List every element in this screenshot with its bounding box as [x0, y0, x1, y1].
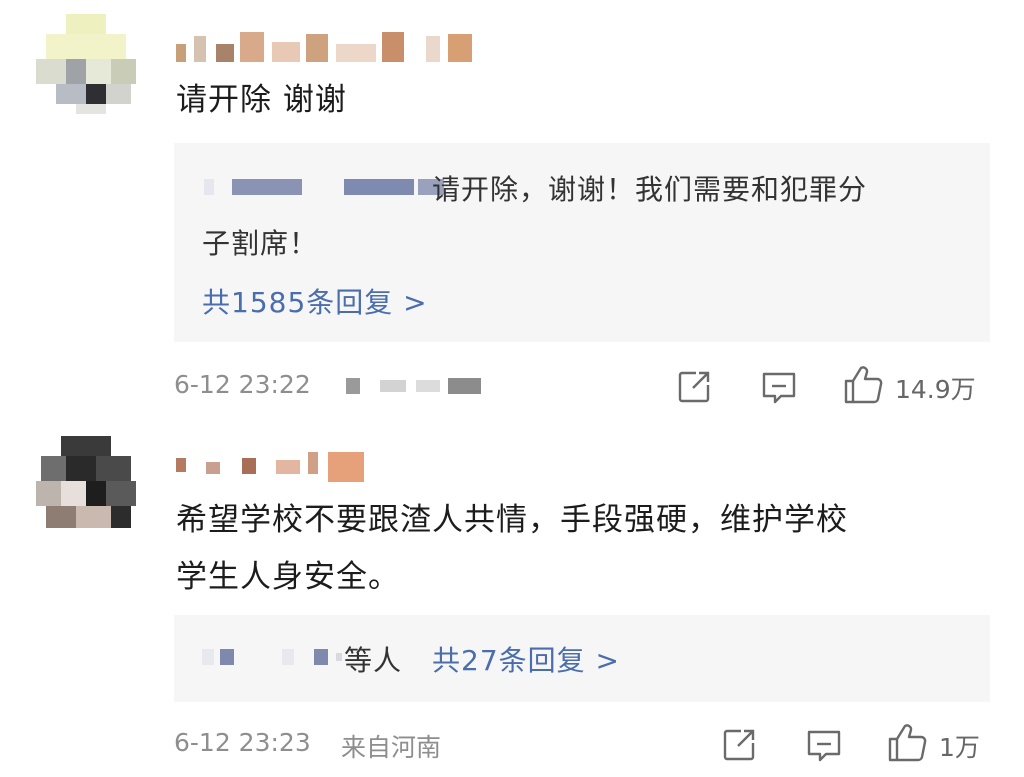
- avatar[interactable]: [36, 14, 136, 114]
- comment-text: 学生人身安全。: [176, 559, 400, 595]
- comment-text: 请开除 谢谢: [176, 82, 347, 118]
- location: 来自河南: [341, 733, 442, 762]
- location: [346, 378, 481, 394]
- like-count: 14.9万: [895, 375, 976, 404]
- view-replies-link[interactable]: 共27条回复 >: [432, 639, 620, 679]
- comment-feed: 请开除 谢谢 请开除，谢谢！我们需要和犯罪分 子割席！ 共1585条回复 > 6…: [0, 0, 1024, 777]
- reply-text: 子割席！: [202, 227, 319, 260]
- timestamp: 6-12 23:22: [174, 370, 311, 399]
- comment-text: 希望学校不要跟渣人共情，手段强硬，维护学校: [176, 502, 848, 538]
- timestamp: 6-12 23:23: [174, 728, 311, 757]
- like-count: 1万: [939, 733, 980, 762]
- reply-username[interactable]: [204, 179, 444, 195]
- avatar[interactable]: [36, 436, 136, 536]
- comment-icon[interactable]: [805, 728, 843, 764]
- share-icon[interactable]: [721, 727, 757, 763]
- reply-preview[interactable]: 等人 共27条回复 >: [174, 615, 990, 702]
- comment-icon[interactable]: [760, 370, 798, 406]
- reply-text: 请开除，谢谢！我们需要和犯罪分: [432, 173, 868, 206]
- reply-username[interactable]: [202, 649, 342, 665]
- username[interactable]: [176, 446, 366, 482]
- view-replies-link[interactable]: 共1585条回复 >: [202, 281, 428, 321]
- like-icon[interactable]: [842, 365, 884, 405]
- username[interactable]: [176, 30, 496, 64]
- reply-text: 等人: [344, 644, 403, 677]
- reply-preview[interactable]: 请开除，谢谢！我们需要和犯罪分 子割席！ 共1585条回复 >: [174, 143, 990, 342]
- share-icon[interactable]: [676, 369, 712, 405]
- like-icon[interactable]: [886, 723, 928, 763]
